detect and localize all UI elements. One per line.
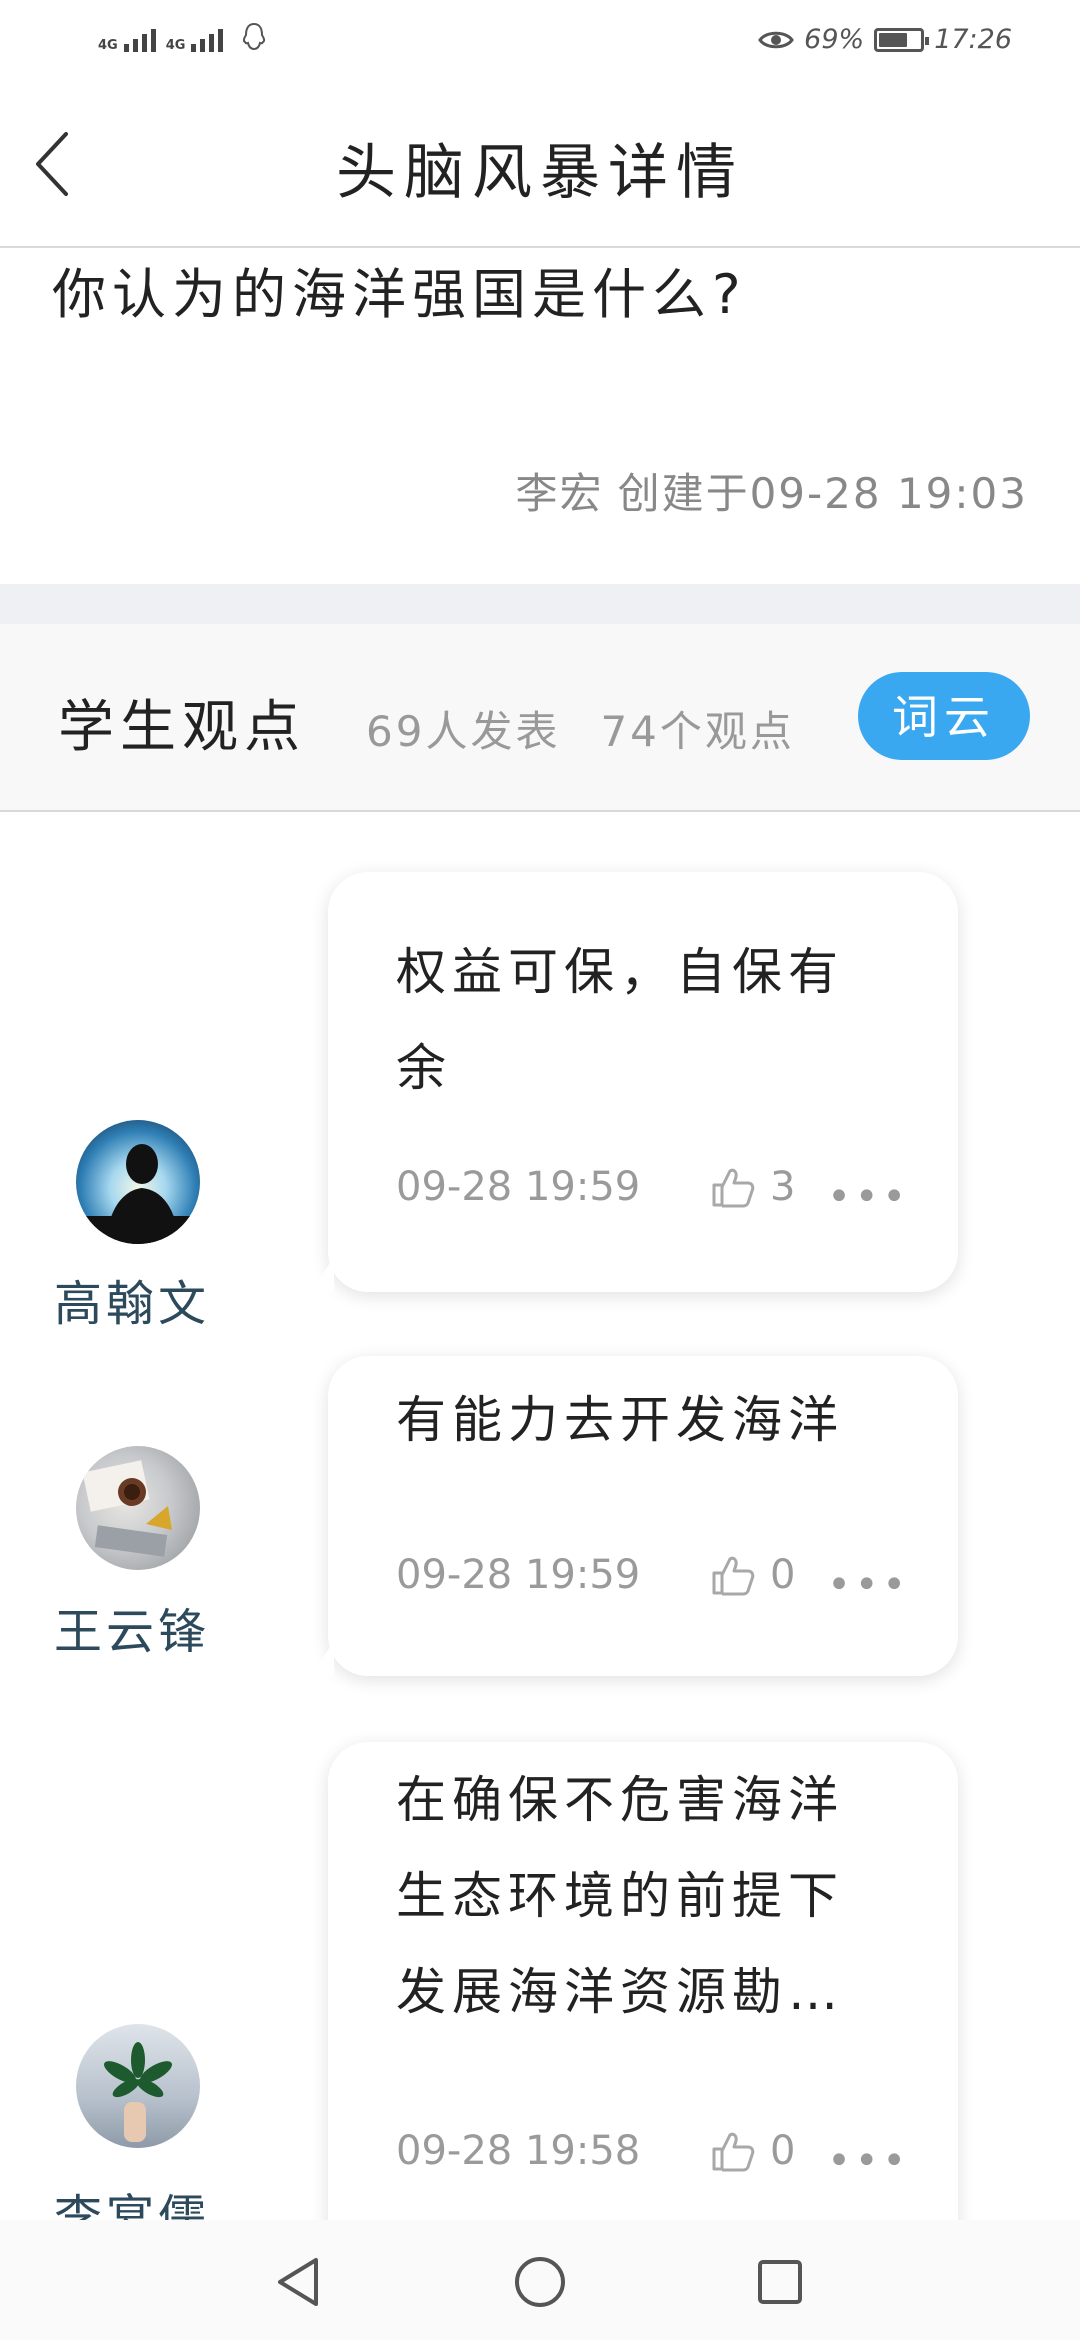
qq-icon — [243, 22, 266, 51]
post-bubble[interactable]: 在确保不危害海洋生态环境的前提下发展海洋资源勘… 09-28 19:58 0 •… — [328, 1742, 958, 2220]
nav-recent-icon[interactable] — [748, 2250, 812, 2314]
system-nav-bar — [0, 2220, 1080, 2340]
opinion-list[interactable]: 高翰文 权益可保，自保有余 09-28 19:59 3 ••• 王云锋 有能力去… — [0, 812, 1080, 2220]
topic-meta: 李宏 创建于09-28 19:03 — [502, 460, 1028, 521]
word-cloud-button[interactable]: 词云 — [858, 672, 1030, 760]
avatar[interactable] — [76, 2024, 200, 2148]
status-left: 4G 4G — [98, 22, 267, 52]
list-item: 李宴儒 在确保不危害海洋生态环境的前提下发展海洋资源勘… 09-28 19:58… — [0, 1742, 1080, 2220]
section-stats: 69人发表 74个观点 — [366, 698, 795, 759]
network-type-1: 4G — [98, 38, 118, 53]
signal-2-icon: 4G — [166, 29, 224, 52]
battery-fill — [879, 32, 908, 47]
section-divider — [0, 584, 1080, 624]
participants-count: 69人发表 — [366, 707, 561, 756]
avatar-photo — [82, 1460, 172, 1557]
page-title: 头脑风暴详情 — [336, 138, 744, 208]
status-bar: 4G 4G 69% 17:26 — [0, 0, 1080, 84]
post-text: 权益可保，自保有余 — [396, 943, 844, 1097]
post-bubble[interactable]: 权益可保，自保有余 09-28 19:59 3 ••• — [312, 872, 958, 1292]
avatar-silhouette — [76, 1144, 200, 1244]
like-count: 3 — [770, 1164, 796, 1210]
avatar-leaf — [104, 2042, 172, 2142]
list-item: 王云锋 有能力去开发海洋 09-28 19:59 0 ••• — [0, 1356, 1080, 1676]
post-time: 09-28 19:58 — [396, 2128, 641, 2174]
battery-icon — [874, 27, 930, 52]
list-item: 高翰文 权益可保，自保有余 09-28 19:59 3 ••• — [0, 872, 1080, 1332]
topic-created: 创建于09-28 19:03 — [617, 469, 1028, 518]
more-icon[interactable]: ••• — [827, 1174, 910, 1220]
topic-author: 李宏 — [515, 469, 604, 518]
more-icon[interactable]: ••• — [827, 1562, 910, 1608]
like-count: 0 — [770, 2128, 796, 2174]
avatar[interactable] — [76, 1120, 200, 1244]
like-button[interactable]: 0 — [710, 2128, 795, 2174]
post-meta: 09-28 19:58 0 ••• — [396, 2128, 918, 2188]
clock: 17:26 — [934, 24, 1012, 55]
post-text: 有能力去开发海洋 — [396, 1391, 844, 1449]
opinions-count: 74个观点 — [600, 707, 795, 756]
post-meta: 09-28 19:59 0 ••• — [396, 1552, 918, 1612]
post-time: 09-28 19:59 — [396, 1164, 641, 1210]
app-header: 头脑风暴详情 — [0, 84, 1080, 248]
thumbs-up-icon — [712, 2132, 755, 2172]
network-type-2: 4G — [165, 38, 186, 53]
more-icon[interactable]: ••• — [827, 2138, 910, 2184]
post-author: 李宴儒 — [54, 2190, 211, 2220]
post-author: 王云锋 — [54, 1604, 211, 1660]
thumbs-up-icon — [712, 1168, 755, 1208]
battery-percent: 69% — [804, 24, 865, 55]
like-button[interactable]: 0 — [710, 1552, 795, 1598]
post-author: 高翰文 — [54, 1276, 211, 1332]
signal-1-icon: 4G — [98, 29, 156, 52]
eye-icon — [758, 31, 794, 48]
opinions-header: 学生观点 69人发表 74个观点 词云 — [0, 624, 1080, 812]
like-count: 0 — [770, 1552, 796, 1598]
avatar[interactable] — [76, 1446, 200, 1570]
thumbs-up-icon — [712, 1556, 755, 1596]
post-time: 09-28 19:59 — [396, 1552, 641, 1598]
status-right: 69% 17:26 — [758, 24, 1012, 55]
topic-question: 你认为的海洋强国是什么? — [52, 263, 747, 326]
nav-home-icon[interactable] — [508, 2250, 572, 2314]
post-bubble[interactable]: 有能力去开发海洋 09-28 19:59 0 ••• — [312, 1356, 958, 1676]
like-button[interactable]: 3 — [710, 1164, 795, 1210]
post-meta: 09-28 19:59 3 ••• — [396, 1164, 918, 1224]
nav-back-icon[interactable] — [268, 2250, 332, 2314]
section-title: 学生观点 — [58, 695, 306, 760]
post-text: 在确保不危害海洋生态环境的前提下发展海洋资源勘… — [396, 1771, 844, 2021]
